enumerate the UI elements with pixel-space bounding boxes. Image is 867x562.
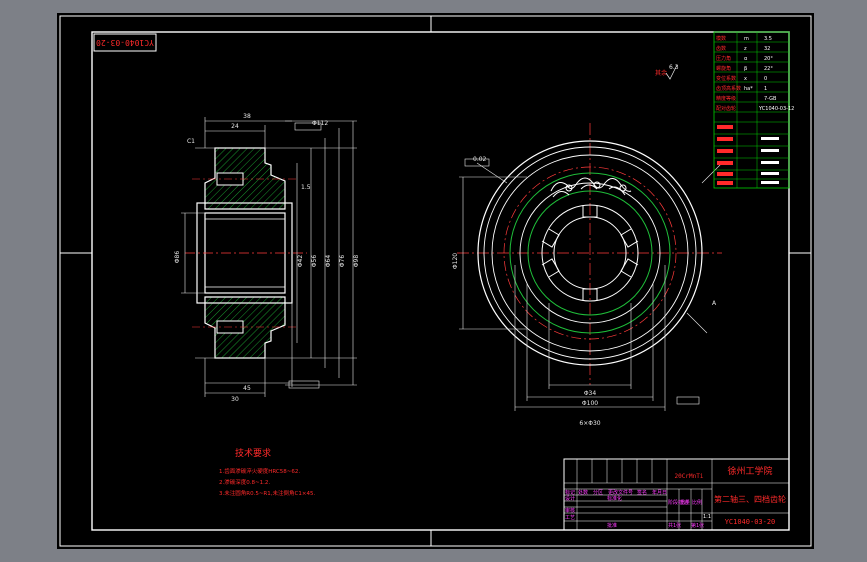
stamp-number: YC1040-03-20 [96, 38, 154, 47]
notes-title: 技术要求 [235, 447, 271, 459]
notes-item-2: 2.渗碳深度0.8~1.2. [219, 478, 270, 486]
dim-side-4: 0.02 [473, 156, 487, 163]
param-2-symbol: α [744, 56, 748, 62]
side-gear-teeth [550, 177, 632, 198]
cad-drawing: YC1040-03-20 24 38 45 30 Φ86 Φ42 Φ56 Φ64… [59, 15, 812, 547]
param-1-value: 32 [764, 46, 770, 52]
tb-label-5: 年月日 [652, 489, 667, 496]
dim-front-12: Φ112 [312, 120, 328, 127]
tb-label-3: 更改文件号 [608, 489, 633, 496]
param-2-name: 压力角 [716, 55, 731, 62]
tb-label-7: 标准化 [607, 495, 622, 502]
param-5-value: 1 [764, 86, 767, 92]
dim-front-0: 24 [231, 123, 239, 130]
tb-part-name: 第二轴三、四档齿轮 [714, 494, 786, 504]
param-7-value: YC1040-03-12 [758, 106, 794, 112]
dim-side-3: 6×Φ30 [579, 420, 600, 427]
param-0-name: 模数 [716, 35, 726, 42]
param-3-value: 22° [764, 66, 773, 72]
param-4-name: 变位系数 [716, 75, 736, 82]
dim-side-0: Φ120 [452, 253, 459, 269]
roughness-other-value: 6.3 [669, 64, 679, 71]
tb-label-14: 共1张 [668, 522, 681, 529]
param-0-symbol: m [744, 36, 749, 42]
section-view: 24 38 45 30 Φ86 Φ42 Φ56 Φ64 Φ76 Φ98 C1 1… [174, 113, 360, 403]
param-7-name: 配对齿轮 [716, 105, 736, 112]
side-view: Φ120 Φ100 Φ34 6×Φ30 0.02 A [452, 123, 723, 427]
tb-label-10: 批准 [607, 522, 617, 529]
tb-label-4: 签名 [637, 489, 647, 496]
dim-front-2: 45 [243, 385, 251, 392]
roughness-other-label: 其余 [655, 69, 667, 77]
param-4-value: 0 [764, 76, 767, 82]
dim-front-6: Φ56 [311, 255, 318, 268]
parameter-table: 模数 m 3.5 齿数 z 32 压力角 α 20° 螺旋角 β 22° 变位系… [713, 31, 794, 189]
drawing-number-stamp: YC1040-03-20 [93, 33, 157, 52]
tb-drawing-number: YC1040-03-20 [725, 518, 776, 526]
dim-side-1: Φ100 [582, 400, 598, 407]
tb-label-13: 比例 [692, 499, 702, 506]
tb-scale: 1:1 [703, 514, 711, 520]
tb-label-1: 处数 [578, 489, 588, 496]
param-5-name: 齿顶高系数 [716, 85, 741, 92]
tb-school: 徐州工学院 [727, 465, 772, 477]
dim-side-5: A [712, 300, 717, 307]
dim-front-8: Φ76 [339, 255, 346, 268]
param-1-name: 齿数 [716, 45, 726, 52]
notes-item-1: 1.齿面渗碳淬火硬度HRC58~62. [219, 467, 300, 475]
tb-label-8: 审核 [565, 507, 575, 514]
tb-label-2: 分区 [593, 489, 603, 496]
param-3-symbol: β [744, 66, 747, 72]
dim-front-4: Φ86 [174, 251, 181, 264]
tb-label-9: 工艺 [565, 515, 575, 521]
param-0-value: 3.5 [764, 36, 772, 42]
param-3-name: 螺旋角 [716, 65, 731, 72]
dim-front-7: Φ64 [325, 255, 332, 268]
param-5-symbol: ha* [744, 86, 753, 92]
dim-front-3: 30 [231, 396, 239, 403]
tb-label-6: 设计 [565, 495, 575, 502]
dim-front-11: 1.5 [301, 184, 311, 191]
tb-label-0: 标记 [565, 489, 575, 496]
roughness-other: 其余 6.3 [655, 64, 679, 80]
tb-label-12: 重量 [680, 499, 690, 506]
dim-front-9: Φ98 [353, 255, 360, 268]
title-block: 标记 处数 分区 更改文件号 签名 年月日 设计 标准化 审核 工艺 批准 阶段… [563, 458, 790, 531]
dim-front-1: 38 [243, 113, 251, 120]
parameter-table-text: 模数 m 3.5 齿数 z 32 压力角 α 20° 螺旋角 β 22° 变位系… [716, 35, 794, 112]
side-dimension-text: Φ120 Φ100 Φ34 6×Φ30 0.02 A [452, 156, 717, 427]
dim-side-2: Φ34 [584, 390, 597, 397]
technical-notes: 技术要求 1.齿面渗碳淬火硬度HRC58~62. 2.渗碳深度0.8~1.2. … [219, 447, 315, 497]
param-6-value: 7-GB [764, 96, 777, 102]
notes-item-3: 3.未注圆角R0.5~R1,未注倒角C1×45. [219, 489, 315, 497]
drawing-sheet: YC1040-03-20 24 38 45 30 Φ86 Φ42 Φ56 Φ64… [57, 13, 814, 549]
tb-label-15: 第1张 [691, 522, 704, 529]
tb-material: 20CrMnTi [675, 473, 704, 480]
param-1-symbol: z [744, 46, 747, 52]
dim-front-10: C1 [187, 138, 195, 145]
dim-front-5: Φ42 [297, 255, 304, 268]
param-2-value: 20° [764, 56, 773, 62]
param-4-symbol: x [744, 76, 747, 82]
param-6-name: 精度等级 [716, 95, 736, 102]
